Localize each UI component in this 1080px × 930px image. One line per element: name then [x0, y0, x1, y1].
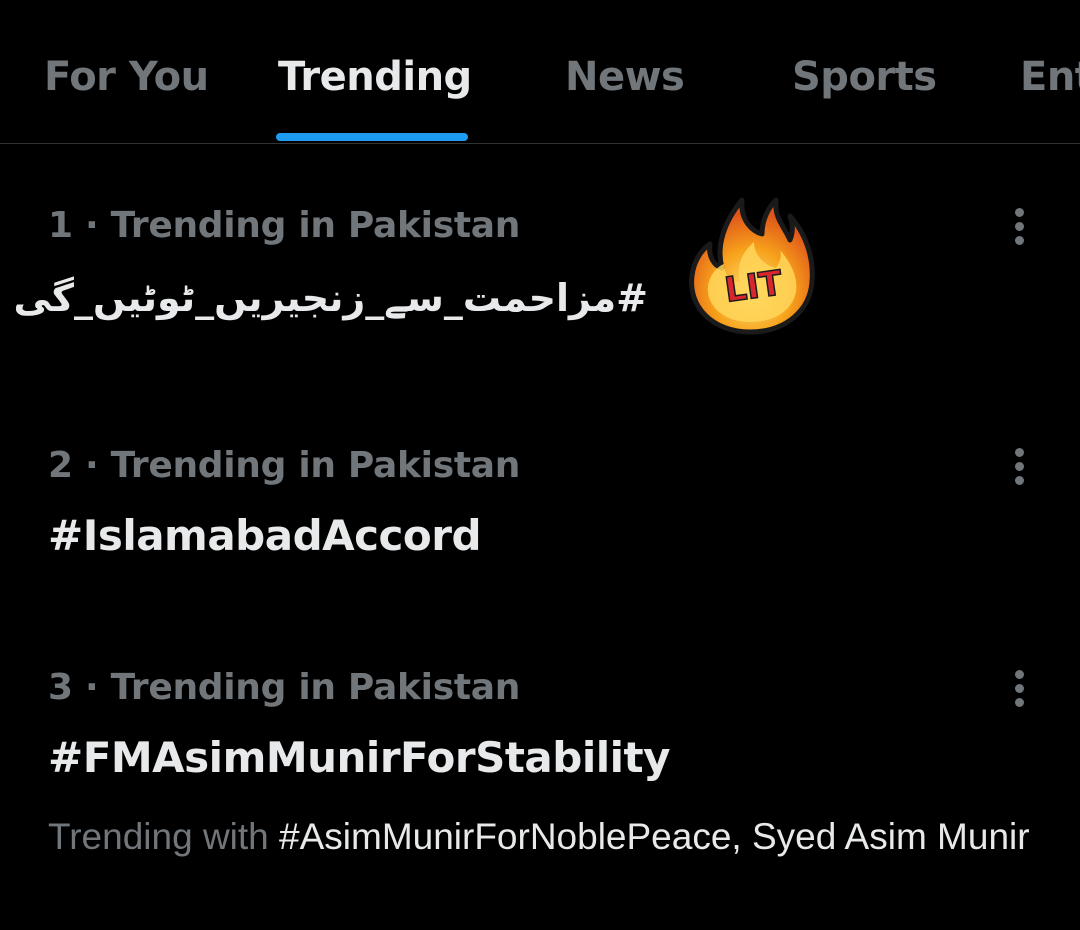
tab-sports[interactable]: Sports	[792, 52, 937, 102]
tab-entertainment[interactable]: Ent	[1020, 52, 1080, 102]
fire-icon: LIT	[689, 197, 815, 335]
trend-meta: 1 · Trending in Pakistan	[48, 205, 521, 246]
tab-news[interactable]: News	[565, 52, 685, 102]
trend-meta: 3 · Trending in Pakistan	[48, 667, 521, 708]
more-vertical-icon	[1015, 670, 1024, 679]
more-vertical-icon-dot	[1015, 236, 1024, 245]
trend-title: #FMAsimMunirForStability	[48, 733, 670, 782]
tab-bar: For You Trending News Sports Ent	[0, 0, 1080, 144]
more-vertical-icon-dot	[1015, 462, 1024, 471]
trend-title: #IslamabadAccord	[48, 511, 482, 560]
tab-trending[interactable]: Trending	[278, 52, 472, 102]
more-vertical-icon	[1015, 448, 1024, 457]
trend-context-prefix: Trending with	[48, 816, 280, 857]
active-tab-indicator	[276, 133, 468, 141]
trend-title: #مزاحمت_سے_زنجیریں_ٹوٹیں_گی	[13, 276, 648, 320]
more-vertical-icon	[1015, 208, 1024, 217]
more-options-button[interactable]	[1000, 204, 1040, 248]
trend-context-related[interactable]: #AsimMunirForNoblePeace, Syed Asim Munir	[279, 816, 1030, 857]
more-vertical-icon-dot	[1015, 222, 1024, 231]
trend-context: Trending with #AsimMunirForNoblePeace, S…	[48, 812, 1038, 862]
sticker-text: LIT	[722, 263, 785, 311]
more-vertical-icon-dot	[1015, 476, 1024, 485]
tab-for-you[interactable]: For You	[44, 52, 209, 102]
more-vertical-icon-dot	[1015, 698, 1024, 707]
more-options-button[interactable]	[1000, 666, 1040, 710]
more-vertical-icon-dot	[1015, 684, 1024, 693]
more-options-button[interactable]	[1000, 444, 1040, 488]
trend-meta: 2 · Trending in Pakistan	[48, 445, 521, 486]
